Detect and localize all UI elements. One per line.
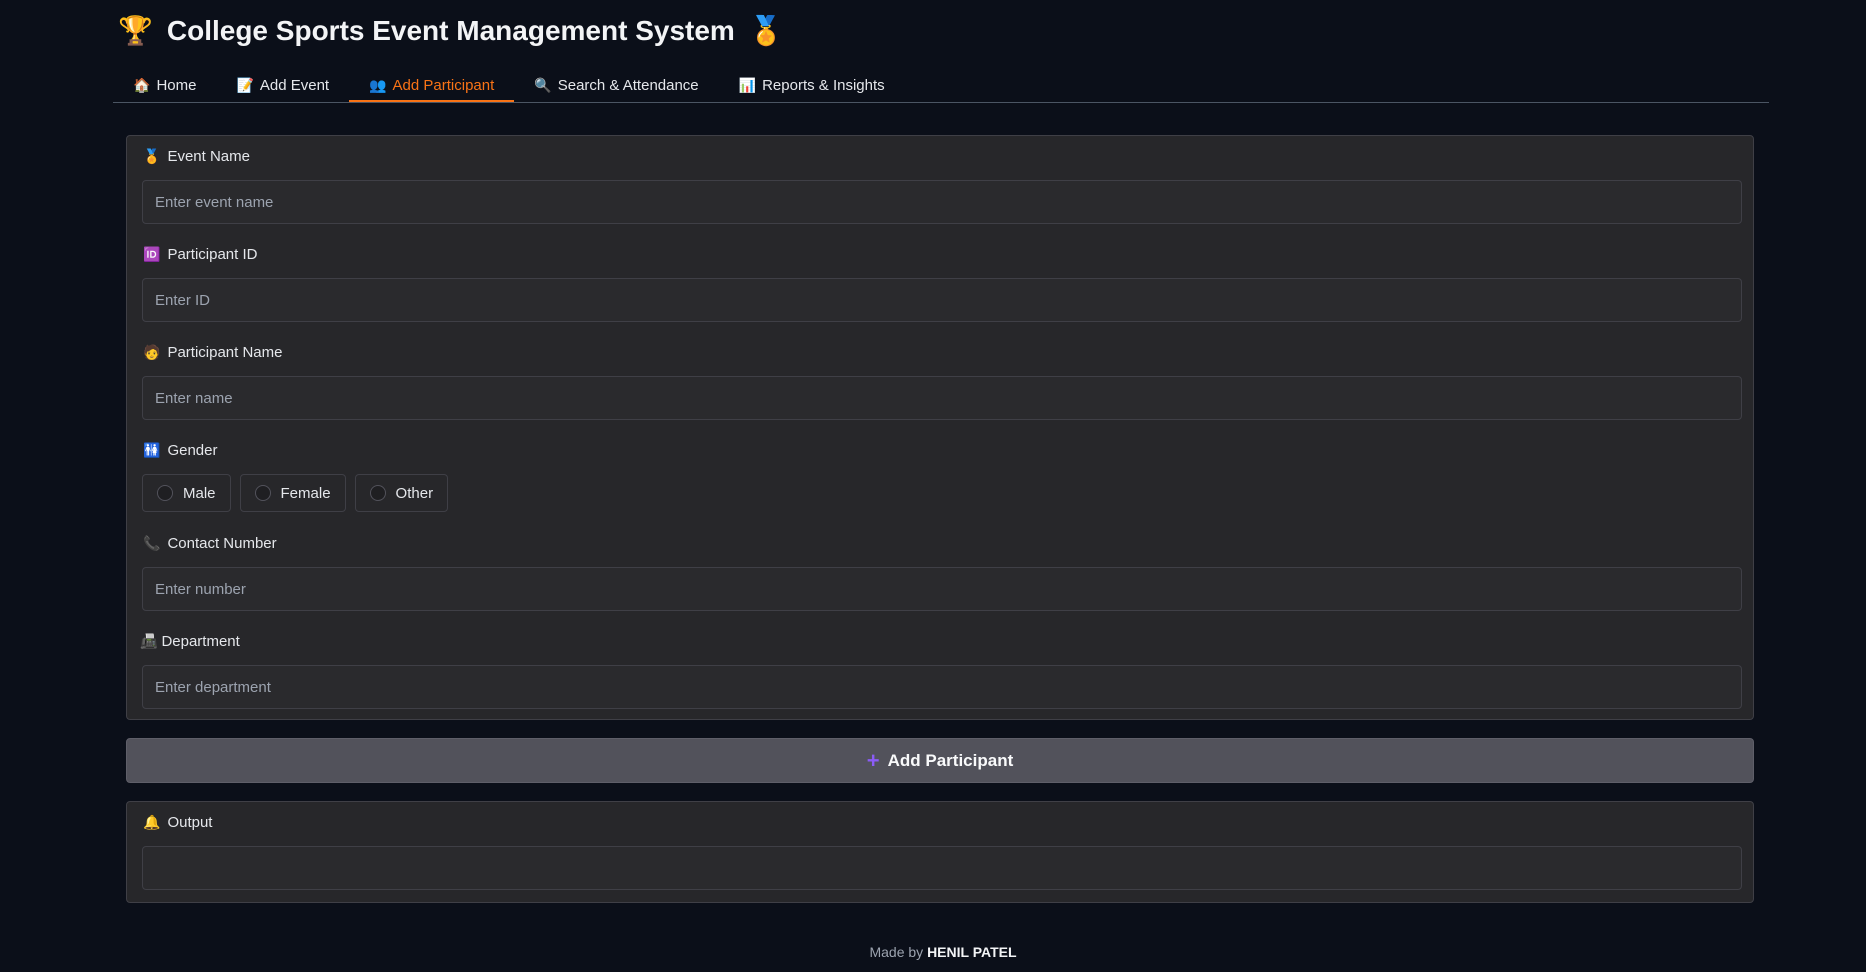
- tab-home[interactable]: 🏠 Home: [113, 70, 216, 102]
- participant-id-label: 🆔 Participant ID: [143, 246, 257, 263]
- event-name-label-text: Event Name: [167, 148, 250, 165]
- gender-label-text: Gender: [167, 442, 218, 459]
- participant-id-input[interactable]: [142, 278, 1742, 322]
- gender-option-male[interactable]: Male: [142, 474, 231, 512]
- department-label: 📠 Department: [140, 633, 240, 650]
- trophy-icon: 🏆: [118, 15, 153, 46]
- tab-label: Home: [156, 76, 197, 94]
- radio-label: Male: [183, 484, 216, 502]
- page-title: 🏆 College Sports Event Management System…: [118, 14, 784, 47]
- add-participant-button-label: Add Participant: [887, 750, 1014, 770]
- radio-label: Female: [280, 484, 331, 502]
- output-label: 🔔 Output: [143, 814, 212, 831]
- memo-icon: 📝: [236, 76, 254, 93]
- contact-number-label-text: Contact Number: [167, 535, 277, 552]
- footer-prefix: Made by: [869, 944, 924, 960]
- output-label-text: Output: [167, 814, 213, 831]
- house-icon: 🏠: [133, 76, 151, 93]
- plus-icon: +: [866, 747, 880, 773]
- tab-label: Reports & Insights: [762, 76, 885, 94]
- restroom-icon: 🚻: [143, 442, 161, 458]
- participant-name-label-text: Participant Name: [167, 344, 283, 361]
- participant-name-label: 🧑 Participant Name: [143, 344, 283, 361]
- contact-number-label: 📞 Contact Number: [143, 535, 277, 552]
- tab-search-attendance[interactable]: 🔍 Search & Attendance: [514, 70, 718, 102]
- gender-option-other[interactable]: Other: [354, 474, 449, 512]
- department-input[interactable]: [142, 665, 1742, 709]
- medal-icon: 🏅: [748, 15, 784, 46]
- tab-label: Add Event: [259, 76, 330, 94]
- participant-form: 🏅 Event Name 🆔 Participant ID 🧑 Particip…: [126, 135, 1754, 720]
- tab-label: Search & Attendance: [557, 76, 699, 94]
- bell-icon: 🔔: [143, 814, 161, 830]
- footer: Made by HENIL PATEL: [0, 944, 1866, 960]
- id-icon: 🆔: [143, 246, 161, 262]
- fax-icon: 📠: [140, 633, 158, 649]
- phone-icon: 📞: [143, 535, 161, 551]
- radio-circle[interactable]: [157, 485, 173, 501]
- event-name-input[interactable]: [142, 180, 1742, 224]
- tab-add-event[interactable]: 📝 Add Event: [216, 70, 349, 102]
- contact-number-input[interactable]: [142, 567, 1742, 611]
- participant-name-input[interactable]: [142, 376, 1742, 420]
- footer-author: HENIL PATEL: [927, 944, 1017, 960]
- event-name-label: 🏅 Event Name: [143, 148, 250, 165]
- add-participant-button[interactable]: + Add Participant: [126, 738, 1754, 783]
- gender-radio-group: Male Female Other: [142, 474, 449, 512]
- department-label-text: Department: [161, 633, 240, 650]
- gender-label: 🚻 Gender: [143, 442, 217, 459]
- tab-label: Add Participant: [392, 76, 495, 94]
- people-icon: 👥: [369, 76, 387, 93]
- magnifier-icon: 🔍: [534, 76, 552, 93]
- participant-id-label-text: Participant ID: [167, 246, 258, 263]
- bar-chart-icon: 📊: [738, 76, 757, 93]
- tab-add-participant[interactable]: 👥 Add Participant: [349, 70, 515, 102]
- page-title-text: College Sports Event Management System: [166, 14, 735, 46]
- output-textbox[interactable]: [142, 846, 1742, 890]
- output-panel: 🔔 Output: [126, 801, 1754, 903]
- radio-label: Other: [395, 484, 434, 502]
- radio-circle[interactable]: [369, 485, 386, 501]
- person-icon: 🧑: [143, 344, 161, 360]
- gender-option-female[interactable]: Female: [239, 474, 346, 512]
- medal-icon: 🏅: [143, 148, 161, 164]
- tab-bar: 🏠 Home 📝 Add Event 👥 Add Participant 🔍 S…: [113, 68, 1769, 103]
- radio-circle[interactable]: [254, 485, 271, 501]
- tab-reports-insights[interactable]: 📊 Reports & Insights: [719, 70, 905, 102]
